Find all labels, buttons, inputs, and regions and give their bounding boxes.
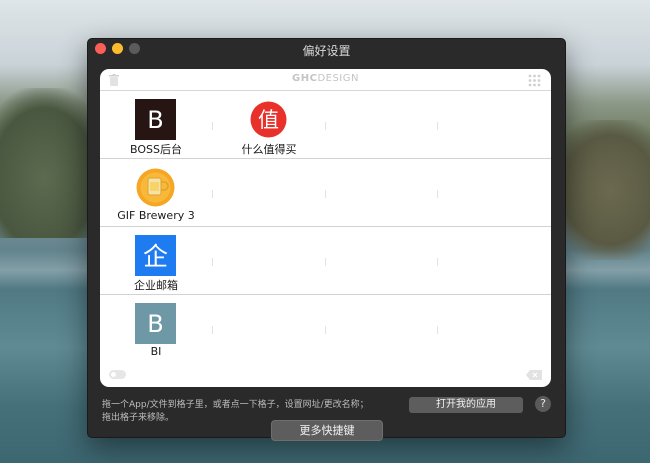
app-label: 企业邮箱	[134, 279, 178, 292]
empty-app-cell[interactable]	[213, 227, 325, 294]
enterprise-mail-icon-glyph: 企	[143, 242, 168, 271]
empty-app-cell[interactable]	[438, 227, 550, 294]
panel-footer	[100, 365, 551, 387]
delete-key-icon[interactable]	[526, 370, 542, 380]
help-button[interactable]: ?	[535, 396, 551, 412]
brand-logo-bold: GHC	[292, 73, 318, 84]
smzdm-icon-glyph: 值	[258, 108, 279, 132]
empty-app-cell[interactable]	[438, 295, 550, 362]
panel-header: GHCDESIGN	[100, 69, 551, 91]
smzdm-icon: 值	[250, 101, 287, 138]
gif-brewery-icon	[136, 168, 175, 207]
app-cell-boss[interactable]: B BOSS后台	[100, 91, 212, 158]
app-label: BI	[150, 345, 162, 358]
enterprise-mail-icon: 企	[135, 235, 176, 276]
empty-app-cell[interactable]	[326, 227, 438, 294]
toggle-icon[interactable]	[109, 370, 126, 379]
grid-row: B BOSS后台 值 什么值得买	[100, 91, 551, 159]
empty-app-cell[interactable]	[326, 159, 438, 226]
title-bar[interactable]: 偏好设置	[88, 39, 565, 59]
app-grid-panel: GHCDESIGN B BOSS后台 值 什么值得买 GIF Brewery 3…	[100, 69, 551, 387]
empty-app-cell[interactable]	[438, 91, 550, 158]
boss-icon-glyph: B	[147, 106, 163, 134]
preferences-window: 偏好设置 GHCDESIGN B BOSS后台 值 什么值得买 GIF Brew…	[87, 38, 566, 441]
grid-row: B BI	[100, 295, 551, 362]
grid-row: 企 企业邮箱	[100, 227, 551, 295]
brand-logo: GHCDESIGN	[100, 73, 551, 84]
bi-icon: B	[135, 303, 176, 344]
boss-icon: B	[135, 99, 176, 140]
app-cell-smzdm[interactable]: 值 什么值得买	[213, 91, 325, 158]
empty-app-cell[interactable]	[326, 295, 438, 362]
window-title: 偏好设置	[302, 44, 351, 58]
app-cell-enterprise-mail[interactable]: 企 企业邮箱	[100, 227, 212, 294]
bi-icon-glyph: B	[147, 310, 163, 338]
app-cell-gif-brewery[interactable]: GIF Brewery 3	[100, 159, 212, 226]
app-label: GIF Brewery 3	[117, 209, 195, 222]
app-cell-bi[interactable]: B BI	[100, 295, 212, 362]
grid-icon[interactable]	[528, 74, 541, 87]
brand-logo-rest: DESIGN	[317, 73, 359, 84]
empty-app-cell[interactable]	[438, 159, 550, 226]
app-label: 什么值得买	[241, 143, 297, 156]
open-my-apps-button[interactable]: 打开我的应用	[409, 397, 523, 413]
empty-app-cell[interactable]	[213, 159, 325, 226]
grid-row: GIF Brewery 3	[100, 159, 551, 227]
more-shortcuts-button[interactable]: 更多快捷键	[271, 420, 383, 441]
empty-app-cell[interactable]	[326, 91, 438, 158]
empty-app-cell[interactable]	[213, 295, 325, 362]
app-label: BOSS后台	[130, 143, 182, 156]
